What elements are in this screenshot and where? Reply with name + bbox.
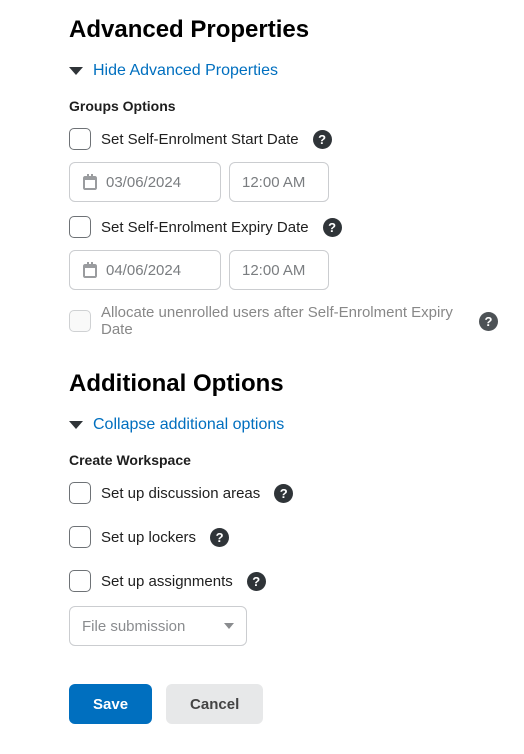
toggle-label: Collapse additional options — [93, 416, 284, 434]
start-time-value: 12:00 AM — [242, 174, 305, 191]
cancel-button[interactable]: Cancel — [166, 684, 263, 724]
chevron-down-icon — [224, 623, 234, 629]
additional-options-heading: Additional Options — [69, 370, 498, 398]
help-icon[interactable]: ? — [210, 528, 229, 547]
expiry-date-checkbox-label: Set Self-Enrolment Expiry Date — [101, 219, 309, 236]
help-icon[interactable]: ? — [323, 218, 342, 237]
help-icon[interactable]: ? — [247, 572, 266, 591]
save-button[interactable]: Save — [69, 684, 152, 724]
start-date-checkbox-label: Set Self-Enrolment Start Date — [101, 131, 299, 148]
help-icon[interactable]: ? — [274, 484, 293, 503]
discussion-areas-checkbox[interactable] — [69, 482, 91, 504]
groups-options-label: Groups Options — [69, 98, 498, 114]
help-icon[interactable]: ? — [479, 312, 498, 331]
create-workspace-label: Create Workspace — [69, 452, 498, 468]
start-time-input[interactable]: 12:00 AM — [229, 162, 329, 202]
start-date-checkbox[interactable] — [69, 128, 91, 150]
lockers-checkbox[interactable] — [69, 526, 91, 548]
toggle-label: Hide Advanced Properties — [93, 62, 278, 80]
expiry-time-input[interactable]: 12:00 AM — [229, 250, 329, 290]
allocate-unenrolled-label: Allocate unenrolled users after Self-Enr… — [101, 304, 465, 338]
expiry-time-value: 12:00 AM — [242, 262, 305, 279]
assignment-type-value: File submission — [82, 618, 185, 635]
advanced-properties-heading: Advanced Properties — [69, 16, 498, 44]
assignment-type-select[interactable]: File submission — [69, 606, 247, 646]
collapse-additional-options-toggle[interactable]: Collapse additional options — [69, 416, 498, 434]
assignments-label: Set up assignments — [101, 573, 233, 590]
start-date-value: 03/06/2024 — [106, 174, 181, 191]
expiry-date-checkbox[interactable] — [69, 216, 91, 238]
hide-advanced-properties-toggle[interactable]: Hide Advanced Properties — [69, 62, 498, 80]
help-icon[interactable]: ? — [313, 130, 332, 149]
start-date-input[interactable]: 03/06/2024 — [69, 162, 221, 202]
expiry-date-input[interactable]: 04/06/2024 — [69, 250, 221, 290]
calendar-icon — [82, 262, 98, 278]
chevron-down-icon — [69, 421, 83, 429]
expiry-date-value: 04/06/2024 — [106, 262, 181, 279]
lockers-label: Set up lockers — [101, 529, 196, 546]
chevron-down-icon — [69, 67, 83, 75]
allocate-unenrolled-checkbox — [69, 310, 91, 332]
assignments-checkbox[interactable] — [69, 570, 91, 592]
calendar-icon — [82, 174, 98, 190]
discussion-areas-label: Set up discussion areas — [101, 485, 260, 502]
